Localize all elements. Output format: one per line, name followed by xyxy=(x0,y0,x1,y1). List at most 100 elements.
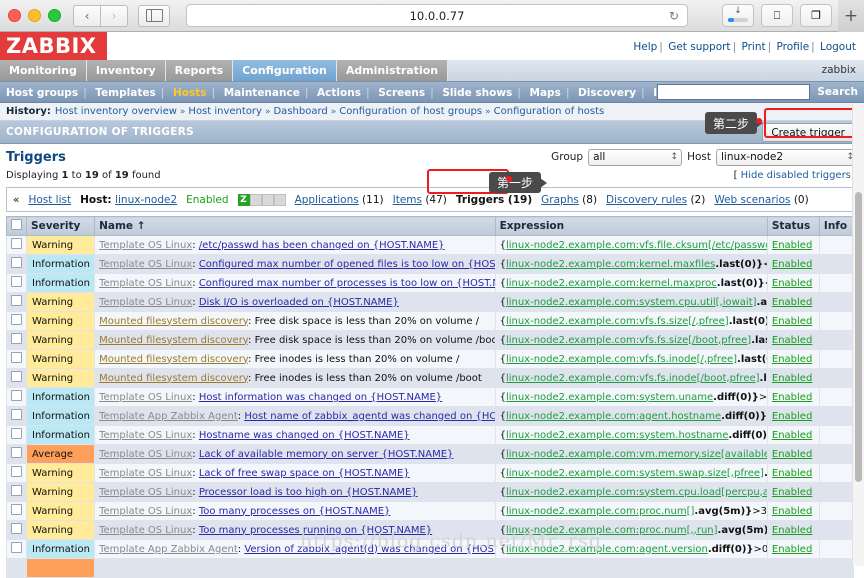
expression-item-link[interactable]: linux-node2.example.com:vfs.fs.size[/boo… xyxy=(506,335,751,346)
download-icon[interactable]: ↓ xyxy=(722,4,754,27)
menu-monitoring[interactable]: Monitoring xyxy=(0,60,87,81)
trigger-name-link[interactable]: Host information was changed on {HOST.NA… xyxy=(199,392,442,403)
template-link[interactable]: Template OS Linux xyxy=(99,487,192,498)
trigger-name-link[interactable]: /etc/passwd has been changed on {HOST.NA… xyxy=(199,240,445,251)
select-all-header[interactable] xyxy=(7,217,27,236)
submenu-maintenance[interactable]: Maintenance xyxy=(224,87,300,99)
row-checkbox[interactable] xyxy=(11,276,22,287)
sidebar-toggle-icon[interactable] xyxy=(138,5,170,27)
status-toggle-link[interactable]: Enabled xyxy=(772,487,812,498)
row-checkbox[interactable] xyxy=(11,428,22,439)
submenu-actions[interactable]: Actions xyxy=(317,87,361,99)
template-link[interactable]: Template OS Linux xyxy=(99,430,192,441)
submenu-templates[interactable]: Templates xyxy=(95,87,155,99)
group-select[interactable]: all xyxy=(588,149,682,166)
header-name[interactable]: Name ↑ xyxy=(95,217,495,236)
trigger-name-link[interactable]: Free inodes is less than 20% on volume / xyxy=(255,354,460,365)
select-all-checkbox[interactable] xyxy=(11,219,22,230)
trigger-name-link[interactable]: Free inodes is less than 20% on volume /… xyxy=(255,373,482,384)
row-checkbox-cell[interactable] xyxy=(7,331,27,350)
row-checkbox-cell[interactable] xyxy=(7,407,27,426)
status-toggle-link[interactable]: Enabled xyxy=(772,430,812,441)
help-link[interactable]: Help xyxy=(633,41,657,53)
row-checkbox-cell[interactable] xyxy=(7,255,27,274)
row-checkbox-cell[interactable] xyxy=(7,293,27,312)
address-bar[interactable]: 10.0.0.77 ↻ xyxy=(186,4,688,27)
breadcrumb-item-2[interactable]: Dashboard xyxy=(273,106,327,117)
tab-graphs[interactable]: Graphs xyxy=(541,194,579,206)
expression-item-link[interactable]: linux-node2.example.com:system.cpu.util[… xyxy=(506,297,757,308)
row-checkbox-cell[interactable] xyxy=(7,464,27,483)
expression-item-link[interactable]: linux-node2.example.com:kernel.maxproc xyxy=(506,278,717,289)
template-link[interactable]: Template OS Linux xyxy=(99,449,192,460)
get-support-link[interactable]: Get support xyxy=(668,41,730,53)
row-checkbox-cell[interactable] xyxy=(7,388,27,407)
expression-item-link[interactable]: linux-node2.example.com:system.uname xyxy=(506,392,713,403)
row-checkbox[interactable] xyxy=(11,542,22,553)
breadcrumb-item-4[interactable]: Configuration of hosts xyxy=(494,106,605,117)
expression-item-link[interactable]: linux-node2.example.com:vfs.file.cksum[/… xyxy=(506,240,767,251)
row-checkbox-cell[interactable] xyxy=(7,350,27,369)
tab-discovery-rules[interactable]: Discovery rules xyxy=(606,194,687,206)
row-checkbox[interactable] xyxy=(11,371,22,382)
menu-reports[interactable]: Reports xyxy=(166,60,234,81)
forward-icon[interactable]: › xyxy=(101,5,128,27)
expression-item-link[interactable]: linux-node2.example.com:system.hostname xyxy=(506,430,728,441)
expression-item-link[interactable]: linux-node2.example.com:system.swap.size… xyxy=(506,468,764,479)
submenu-screens[interactable]: Screens xyxy=(378,87,425,99)
navigation-buttons[interactable]: ‹ › xyxy=(73,5,128,27)
menu-configuration[interactable]: Configuration xyxy=(233,60,337,81)
close-window-button[interactable] xyxy=(8,9,21,22)
search-input[interactable] xyxy=(657,84,810,100)
logout-link[interactable]: Logout xyxy=(820,41,856,53)
expression-item-link[interactable]: linux-node2.example.com:proc.num[] xyxy=(506,506,694,517)
submenu-maps[interactable]: Maps xyxy=(530,87,561,99)
row-checkbox[interactable] xyxy=(11,409,22,420)
template-link[interactable]: Template OS Linux xyxy=(99,297,192,308)
create-trigger-button[interactable]: Create trigger xyxy=(762,123,854,142)
template-link[interactable]: Template App Zabbix Agent xyxy=(99,411,238,422)
row-checkbox[interactable] xyxy=(11,523,22,534)
row-checkbox[interactable] xyxy=(11,333,22,344)
expression-item-link[interactable]: linux-node2.example.com:vfs.fs.inode[/bo… xyxy=(506,373,760,384)
status-toggle-link[interactable]: Enabled xyxy=(772,449,812,460)
discovery-rule-link[interactable]: Mounted filesystem discovery xyxy=(99,316,248,327)
trigger-name-link[interactable]: Too many processes running on {HOST.NAME… xyxy=(199,525,432,536)
status-toggle-link[interactable]: Enabled xyxy=(772,544,812,555)
submenu-discovery[interactable]: Discovery xyxy=(578,87,636,99)
row-checkbox-cell[interactable] xyxy=(7,274,27,293)
row-checkbox-cell[interactable] xyxy=(7,559,27,578)
status-toggle-link[interactable]: Enabled xyxy=(772,278,812,289)
print-link[interactable]: Print xyxy=(741,41,765,53)
row-checkbox[interactable] xyxy=(11,257,22,268)
template-link[interactable]: Template OS Linux xyxy=(99,278,192,289)
breadcrumb-item-1[interactable]: Host inventory xyxy=(188,106,262,117)
menu-inventory[interactable]: Inventory xyxy=(87,60,166,81)
trigger-name-link[interactable]: Lack of available memory on server {HOST… xyxy=(199,449,454,460)
search-button[interactable]: Search xyxy=(817,86,858,98)
tabs-icon[interactable]: ❐ xyxy=(800,4,832,27)
trigger-name-link[interactable]: Free disk space is less than 20% on volu… xyxy=(255,316,479,327)
minimize-window-button[interactable] xyxy=(28,9,41,22)
status-toggle-link[interactable]: Enabled xyxy=(772,468,812,479)
status-toggle-link[interactable]: Enabled xyxy=(772,297,812,308)
row-checkbox-cell[interactable] xyxy=(7,445,27,464)
header-status[interactable]: Status xyxy=(767,217,819,236)
status-toggle-link[interactable]: Enabled xyxy=(772,411,812,422)
maximize-window-button[interactable] xyxy=(48,9,61,22)
trigger-name-link[interactable]: Configured max number of processes is to… xyxy=(199,278,495,289)
row-checkbox[interactable] xyxy=(11,466,22,477)
row-checkbox[interactable] xyxy=(11,390,22,401)
expression-item-link[interactable]: linux-node2.example.com:vfs.fs.inode[/,p… xyxy=(506,354,737,365)
template-link[interactable]: Template OS Linux xyxy=(99,468,192,479)
row-checkbox-cell[interactable] xyxy=(7,369,27,388)
hide-disabled-triggers-link[interactable]: Hide disabled triggers xyxy=(741,170,851,181)
status-toggle-link[interactable]: Enabled xyxy=(772,240,812,251)
row-checkbox-cell[interactable] xyxy=(7,236,27,255)
trigger-name-link[interactable]: Too many processes on {HOST.NAME} xyxy=(199,506,391,517)
trigger-name-link[interactable]: Lack of free swap space on {HOST.NAME} xyxy=(199,468,410,479)
row-checkbox-cell[interactable] xyxy=(7,502,27,521)
discovery-rule-link[interactable]: Mounted filesystem discovery xyxy=(99,354,248,365)
row-checkbox[interactable] xyxy=(11,485,22,496)
menu-administration[interactable]: Administration xyxy=(337,60,448,81)
